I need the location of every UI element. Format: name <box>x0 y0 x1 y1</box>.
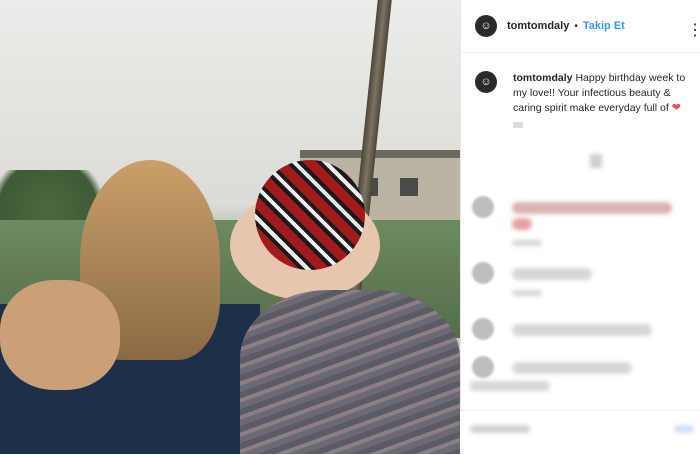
post-footer <box>460 381 700 455</box>
post-button[interactable] <box>674 425 694 433</box>
caption-avatar[interactable]: ☺ <box>475 71 497 93</box>
comment-meta <box>512 240 542 246</box>
comment-text <box>512 324 652 336</box>
post-photo[interactable] <box>0 0 460 454</box>
add-comment-field[interactable] <box>470 425 530 433</box>
avatar-icon[interactable] <box>472 356 494 378</box>
comment-text <box>512 268 592 296</box>
comment-blur <box>512 268 592 280</box>
comment-item <box>472 262 692 296</box>
comment-item <box>472 356 692 383</box>
comment-blur <box>512 362 632 374</box>
likes-count <box>470 381 550 391</box>
comment-text <box>512 202 672 246</box>
comment-blur <box>512 202 672 214</box>
comment-blur <box>512 324 652 336</box>
comment-blur <box>512 218 532 230</box>
caption-timestamp <box>513 122 523 128</box>
profile-avatar[interactable]: ☺ <box>475 15 497 37</box>
separator-dot: • <box>574 20 578 32</box>
more-icon[interactable]: ⋮ <box>687 20 700 40</box>
follow-button[interactable]: Takip Et <box>583 20 625 32</box>
avatar-icon[interactable] <box>472 196 494 218</box>
post-header: ☺ tomtomdaly • Takip Et ⋮ <box>461 0 700 53</box>
comment-text <box>512 362 632 374</box>
photo-sweater <box>240 290 460 454</box>
username-link[interactable]: tomtomdaly <box>507 20 569 32</box>
post-caption: ☺ tomtomdaly Happy birthday week to my l… <box>461 53 700 116</box>
comment-item <box>472 196 692 246</box>
heart-icon: ❤ <box>671 102 681 114</box>
photo-turban <box>255 160 365 270</box>
avatar-icon[interactable] <box>472 318 494 340</box>
comment-item <box>472 318 692 345</box>
comment-meta <box>512 290 542 296</box>
avatar-icon[interactable] <box>472 262 494 284</box>
photo-window <box>400 178 418 196</box>
load-more-comments[interactable] <box>590 154 602 168</box>
caption-username[interactable]: tomtomdaly <box>513 72 573 84</box>
photo-hand <box>0 280 120 390</box>
